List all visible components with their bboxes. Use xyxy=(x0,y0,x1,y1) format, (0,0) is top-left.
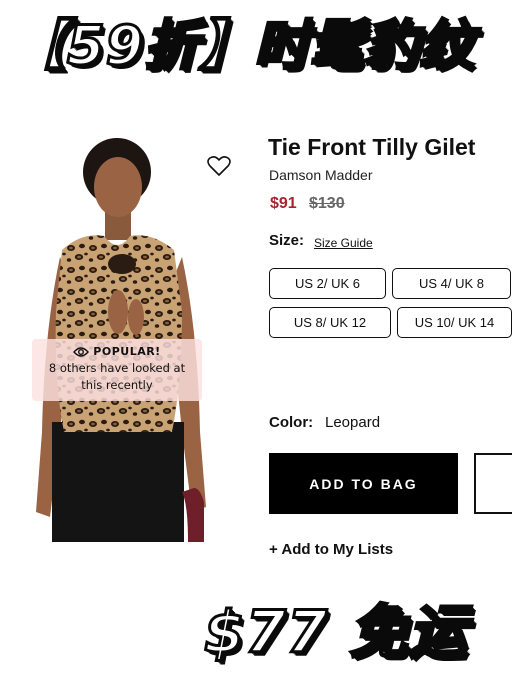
add-to-lists-link[interactable]: + Add to My Lists xyxy=(269,541,393,558)
size-label: Size: xyxy=(269,232,305,249)
eye-icon xyxy=(73,346,90,357)
size-option-us10[interactable]: US 10/ UK 14 xyxy=(397,307,512,338)
secondary-action-button[interactable] xyxy=(474,453,512,514)
product-brand[interactable]: Damson Madder xyxy=(269,167,373,183)
product-image[interactable] xyxy=(22,132,232,542)
promo-heading-top: 【59折】时髦豹纹 xyxy=(10,13,475,79)
size-option-us2[interactable]: US 2/ UK 6 xyxy=(269,268,386,299)
size-option-us4[interactable]: US 4/ UK 8 xyxy=(392,268,511,299)
popular-badge: POPULAR! 8 others have looked at this re… xyxy=(32,339,202,401)
sale-price: $91 xyxy=(270,195,297,212)
original-price: $130 xyxy=(309,195,345,212)
heart-icon xyxy=(207,156,231,176)
promo-heading-bottom: $77 免运 xyxy=(202,597,468,668)
popular-badge-title: POPULAR! xyxy=(93,345,161,358)
wishlist-heart-button[interactable] xyxy=(206,154,232,178)
color-label: Color: xyxy=(269,414,314,431)
color-value: Leopard xyxy=(325,414,381,431)
size-option-us8[interactable]: US 8/ UK 12 xyxy=(269,307,391,338)
size-guide-link[interactable]: Size Guide xyxy=(314,236,373,250)
popular-badge-header: POPULAR! xyxy=(32,345,202,358)
product-title: Tie Front Tilly Gilet xyxy=(268,134,476,160)
add-to-bag-button[interactable]: ADD TO BAG xyxy=(269,453,458,514)
popular-badge-text: 8 others have looked at this recently xyxy=(48,361,186,392)
